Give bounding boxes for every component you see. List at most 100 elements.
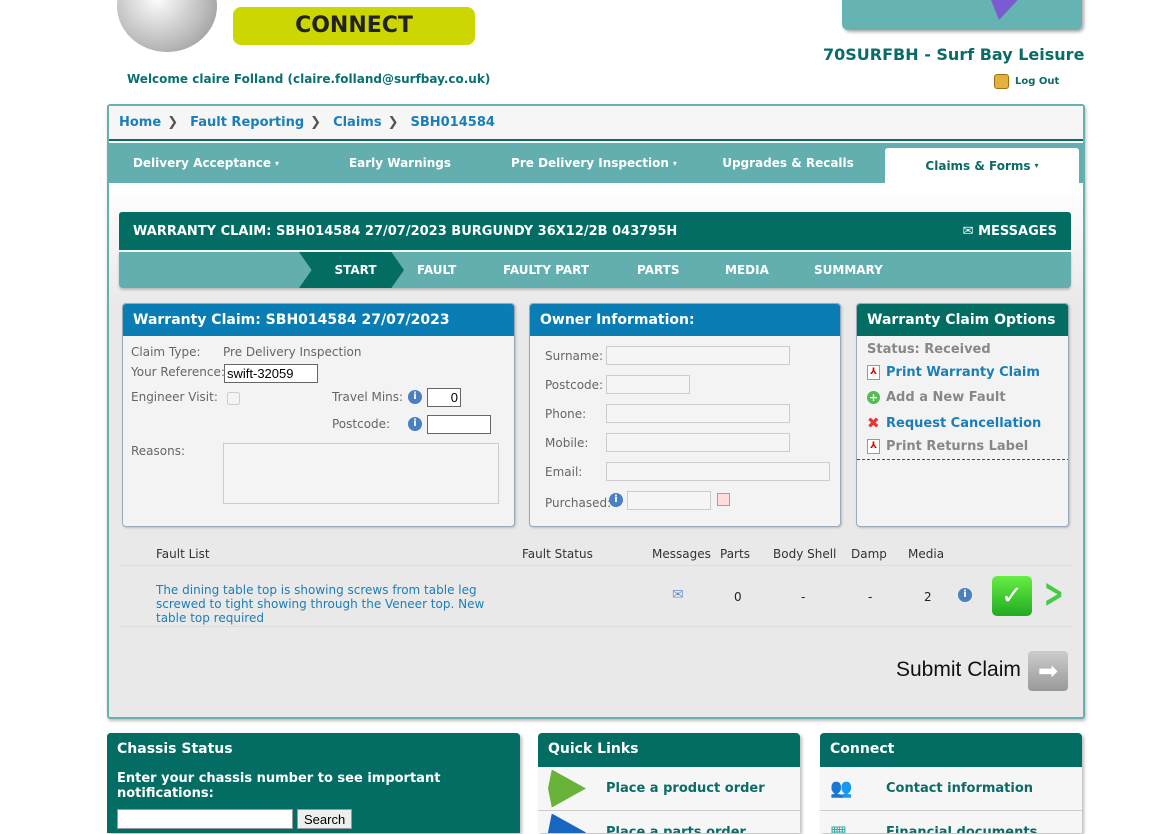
pdf-icon: ⅄ [867,365,880,380]
media-count: 2 [924,590,932,604]
reference-input[interactable] [224,364,318,383]
purchased-input[interactable] [627,491,711,510]
header-damp: Damp [851,547,887,561]
travel-mins-label: Travel Mins: [332,390,404,404]
chassis-title: Chassis Status [107,733,520,767]
surname-input[interactable] [606,346,790,365]
calendar-icon[interactable] [717,493,730,506]
info-icon[interactable]: i [408,417,422,431]
breadcrumb-claims[interactable]: Claims [333,115,382,130]
claim-header: WARRANTY CLAIM: SBH014584 27/07/2023 BUR… [119,212,1071,250]
breadcrumb-home[interactable]: Home [119,115,161,130]
messages-button[interactable]: ✉ MESSAGES [963,224,1057,239]
quick-links-title: Quick Links [538,733,800,767]
reference-label: Your Reference: [131,365,225,379]
envelope-icon[interactable]: ✉ [672,587,684,603]
info-icon[interactable]: i [408,390,422,404]
owner-postcode-label: Postcode: [545,378,604,392]
connect-title: Connect [820,733,1082,767]
logout-label: Log Out [1015,76,1060,87]
breadcrumb-fault-reporting[interactable]: Fault Reporting [190,115,304,130]
chassis-status-box: Chassis Status Enter your chassis number… [107,733,520,833]
brand-badge: CONNECT [233,7,475,45]
travel-mins-input[interactable] [427,388,461,407]
claim-type-value: Pre Delivery Inspection [223,345,362,359]
logo [117,0,217,52]
nav-pre-delivery-inspection[interactable]: Pre Delivery Inspection ▾ [497,143,691,183]
damp-value: - [868,590,873,604]
claim-title: WARRANTY CLAIM: SBH014584 27/07/2023 BUR… [133,223,678,239]
nav-early-warnings[interactable]: Early Warnings [303,143,497,183]
search-button[interactable]: Search [297,809,353,829]
engineer-visit-checkbox[interactable] [227,392,240,405]
claim-panel: Warranty Claim: SBH014584 27/07/2023 Cla… [122,303,515,527]
submit-arrow-button[interactable]: ➡ [1028,651,1068,691]
close-icon: ✖ [867,414,880,432]
step-faulty-part[interactable]: FAULTY PART [503,252,589,288]
claim-status: Status: Received [867,342,991,357]
chassis-prompt: Enter your chassis number to see importa… [117,771,441,801]
people-icon: 👥 [830,778,853,799]
calculator-icon: ▦ [830,822,848,833]
divider [857,459,1068,460]
request-cancellation-link[interactable]: ✖ Request Cancellation [867,414,1041,432]
print-returns-label-link[interactable]: ⅄ Print Returns Label [867,439,1028,454]
print-warranty-claim-link[interactable]: ⅄ Print Warranty Claim [867,365,1040,380]
step-fault[interactable]: FAULT [417,252,456,288]
parts-count: 0 [734,590,742,604]
header-banner [842,0,1082,30]
add-new-fault-link[interactable]: + Add a New Fault [867,390,1006,405]
body-shell-value: - [801,590,806,604]
options-panel: Warranty Claim Options Status: Received … [856,303,1069,527]
surname-label: Surname: [545,349,604,363]
step-parts[interactable]: PARTS [637,252,680,288]
header-fault-status: Fault Status [522,547,593,561]
postcode-label: Postcode: [332,417,391,431]
reasons-textarea[interactable] [223,443,499,504]
lock-icon [994,74,1009,89]
engineer-postcode-input[interactable] [427,415,491,434]
email-input[interactable] [606,462,830,481]
step-start[interactable]: START [299,252,404,288]
step-media[interactable]: MEDIA [725,252,769,288]
main-panel: Home ❯ Fault Reporting ❯ Claims ❯ SBH014584… [107,104,1085,719]
chassis-input[interactable] [117,809,293,829]
info-icon[interactable]: i [609,493,623,507]
quick-links-box: Quick Links Place a product order Place … [538,733,800,833]
welcome-text: Welcome claire Folland (claire.folland@s… [127,72,491,86]
fault-description[interactable]: The dining table top is showing screws f… [156,583,506,625]
quick-link-product-order[interactable]: Place a product order [538,767,800,811]
mobile-input[interactable] [606,433,790,452]
nav-claims-forms[interactable]: Claims & Forms ▾ [885,148,1079,183]
step-summary[interactable]: SUMMARY [814,252,883,288]
info-icon[interactable]: i [958,588,972,602]
header-messages: Messages [652,547,711,561]
phone-input[interactable] [606,404,790,423]
main-nav: Delivery Acceptance ▾ Early Warnings Pre … [109,143,1083,183]
owner-postcode-input[interactable] [606,375,690,394]
purchased-label: Purchased: [545,496,612,510]
connect-financial-documents[interactable]: ▦ Financial documents [820,811,1082,833]
reasons-label: Reasons: [131,444,186,458]
phone-label: Phone: [545,407,587,421]
truck-icon [548,813,586,833]
options-panel-title: Warranty Claim Options [857,304,1068,336]
nav-delivery-acceptance[interactable]: Delivery Acceptance ▾ [109,143,303,183]
add-icon: + [867,391,880,404]
header-fault-list: Fault List [156,547,210,561]
chevron-right-icon[interactable]: > [1044,574,1064,614]
owner-panel: Owner Information: Surname: Postcode: Ph… [529,303,841,527]
claim-panel-title: Warranty Claim: SBH014584 27/07/2023 [123,304,514,336]
quick-link-parts-order[interactable]: Place a parts order [538,811,800,833]
nav-upgrades-recalls[interactable]: Upgrades & Recalls [691,143,885,183]
logout-link[interactable]: Log Out [994,74,1059,89]
connect-contact-information[interactable]: 👥 Contact information [820,767,1082,811]
checkmark-icon[interactable]: ✓ [992,576,1032,616]
submit-claim-label[interactable]: Submit Claim [896,658,1021,682]
caravan-icon [548,769,586,808]
chevron-down-icon: ▾ [275,158,280,168]
chevron-down-icon: ▾ [672,158,677,168]
breadcrumb-current[interactable]: SBH014584 [410,115,494,130]
header-parts: Parts [720,547,750,561]
chevron-down-icon: ▾ [1034,161,1039,170]
